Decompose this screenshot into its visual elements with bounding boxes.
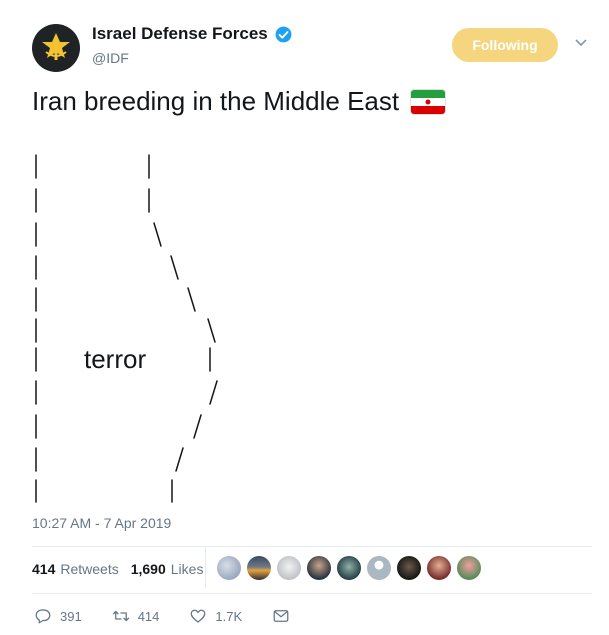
art-right-slash: [170, 255, 179, 280]
idf-avatar[interactable]: [32, 24, 80, 72]
reply-action[interactable]: 391: [34, 607, 82, 625]
art-right-slash: [175, 447, 184, 472]
display-name[interactable]: Israel Defense Forces: [92, 24, 268, 44]
art-right-slash: [187, 287, 196, 312]
reply-icon: [35, 609, 51, 624]
liker-avatars: [217, 556, 481, 580]
following-button[interactable]: Following: [452, 28, 558, 62]
likes-label: Likes: [170, 561, 204, 577]
divider-bottom: [32, 593, 592, 594]
retweet-count: 414: [137, 608, 160, 624]
liker-avatar[interactable]: [247, 556, 271, 580]
engagement-stats: 414 Retweets 1,690 Likes: [32, 561, 215, 577]
art-right-slash: [209, 380, 218, 405]
divider-top: [32, 546, 592, 547]
retweets-count: 414: [32, 561, 56, 577]
retweets-label: Retweets: [60, 561, 119, 577]
retweets-stat[interactable]: 414 Retweets: [32, 561, 119, 577]
liker-avatar[interactable]: [457, 556, 481, 580]
like-count: 1.7K: [215, 608, 243, 624]
like-action[interactable]: 1.7K: [189, 607, 242, 625]
art-right-slash: [207, 318, 216, 343]
iran-flag-icon: [411, 89, 446, 114]
liker-avatar[interactable]: [367, 556, 391, 580]
envelope-icon: [273, 610, 289, 622]
direct-message-action[interactable]: [272, 607, 290, 625]
retweet-icon: [112, 610, 129, 622]
reply-count: 391: [60, 608, 82, 624]
user-handle[interactable]: @IDF: [92, 50, 129, 66]
tweet-timestamp[interactable]: 10:27 AM - 7 Apr 2019: [32, 515, 171, 531]
liker-avatar[interactable]: [277, 556, 301, 580]
verified-badge-icon: [275, 26, 292, 42]
heart-icon: [191, 609, 206, 623]
liker-avatar[interactable]: [307, 556, 331, 580]
idf-emblem-icon: [42, 33, 70, 60]
liker-avatar[interactable]: [397, 556, 421, 580]
chevron-down-icon[interactable]: [574, 36, 588, 50]
likes-count: 1,690: [130, 561, 166, 577]
liker-avatar[interactable]: [217, 556, 241, 580]
art-label: terror: [84, 344, 147, 374]
tweet-actions: 391 414 1.7K: [34, 607, 320, 625]
name-row: Israel Defense Forces: [92, 24, 293, 44]
stats-separator: [205, 546, 206, 588]
tweet-text-content: Iran breeding in the Middle East: [32, 86, 400, 116]
tweet-text: Iran breeding in the Middle East: [32, 86, 446, 117]
retweet-action[interactable]: 414: [112, 607, 160, 625]
art-right-slash: [193, 414, 202, 439]
art-right-slash: [153, 222, 162, 247]
liker-avatar[interactable]: [337, 556, 361, 580]
likes-stat[interactable]: 1,690 Likes: [131, 561, 204, 577]
liker-avatar[interactable]: [427, 556, 451, 580]
